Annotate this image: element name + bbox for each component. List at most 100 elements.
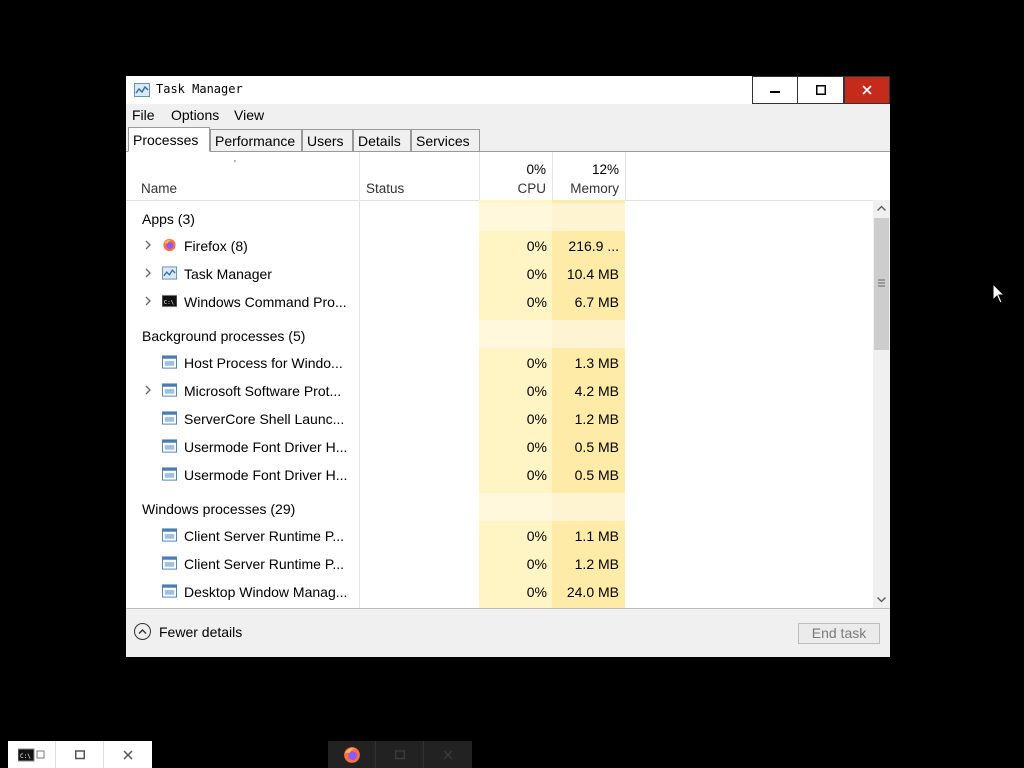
process-row[interactable]: Host Process for Windo... 0% 1.3 MB [126, 348, 873, 376]
process-name: Client Server Runtime P... [184, 556, 345, 572]
process-name: Firefox (8) [184, 238, 248, 254]
svg-text:C:\: C:\ [20, 753, 31, 760]
chevron-up-icon [877, 205, 886, 211]
chevron-right-icon[interactable] [144, 385, 152, 395]
column-name-label: Name [141, 181, 178, 196]
process-row[interactable]: Task Manager 0% 10.4 MB [126, 259, 873, 287]
process-row[interactable]: Usermode Font Driver H... 0% 0.5 MB [126, 460, 873, 488]
group-band [479, 203, 552, 231]
fewer-details-button[interactable]: Fewer details [134, 623, 242, 640]
maximize-icon [74, 749, 85, 759]
tab-users[interactable]: Users [302, 129, 353, 151]
close-icon [862, 85, 872, 95]
svg-text:C:\: C:\ [164, 300, 174, 306]
process-memory: 10.4 MB [566, 266, 619, 282]
cmd-taskbar-item[interactable]: C:\ [8, 741, 56, 768]
process-icon [162, 383, 177, 397]
minimize-button[interactable] [752, 76, 798, 104]
taskbar-close-button[interactable] [424, 741, 472, 768]
process-cpu: 0% [526, 294, 547, 310]
maximize-button[interactable] [798, 76, 844, 104]
menu-options[interactable]: Options [171, 107, 219, 123]
scroll-thumb[interactable] [874, 218, 889, 350]
process-cpu: 0% [526, 411, 547, 427]
tab-details[interactable]: Details [353, 129, 411, 151]
title-bar[interactable]: Task Manager [126, 76, 890, 104]
process-icon [162, 439, 177, 453]
process-icon [162, 467, 177, 481]
process-memory: 4.2 MB [574, 383, 619, 399]
chevron-right-icon[interactable] [144, 296, 152, 306]
grip-icon [878, 279, 885, 287]
window-title: Task Manager [156, 82, 243, 96]
process-row[interactable]: Desktop Window Manag... 0% 24.0 MB [126, 577, 873, 605]
process-row[interactable]: C:\ Windows Command Pro... 0% 6.7 MB [126, 287, 873, 315]
group-title: Apps (3) [142, 211, 195, 227]
process-name: Task Manager [184, 266, 272, 282]
chevron-right-icon[interactable] [144, 268, 152, 278]
close-button[interactable] [844, 76, 890, 104]
vertical-scrollbar[interactable] [873, 200, 890, 608]
menu-bar: File Options View [126, 104, 890, 126]
tab-services[interactable]: Services [411, 129, 480, 151]
sort-indicator: ' [234, 159, 236, 170]
process-icon [162, 355, 177, 369]
process-name: Client Server Runtime P... [184, 528, 345, 544]
process-name: Windows Command Pro... [184, 294, 347, 310]
tab-processes[interactable]: Processes [128, 127, 210, 152]
process-row[interactable]: Client Server Runtime P... 0% 1.1 MB [126, 521, 873, 549]
process-memory: 6.7 MB [574, 294, 619, 310]
process-row[interactable]: Microsoft Software Prot... 0% 4.2 MB [126, 376, 873, 404]
taskbar-cmd-window: C:\ [8, 741, 152, 768]
processes-panel: Name ' Status 0% CPU 12% Memory Apps (3)… [126, 152, 890, 608]
process-row[interactable]: Client Server Runtime P... 0% 1.2 MB [126, 549, 873, 577]
column-memory[interactable]: 12% Memory [552, 152, 625, 200]
column-cpu[interactable]: 0% CPU [479, 152, 552, 200]
close-icon [443, 749, 453, 760]
firefox-icon [163, 238, 176, 252]
column-memory-label: Memory [570, 181, 619, 196]
group-header-background[interactable]: Background processes (5) [126, 320, 873, 348]
tab-performance[interactable]: Performance [210, 129, 302, 151]
process-memory: 24.0 MB [566, 584, 619, 600]
chevron-right-icon[interactable] [144, 240, 152, 250]
cmd-icon: C:\ [17, 748, 44, 761]
process-name: Desktop Window Manag... [184, 584, 348, 600]
process-cpu: 0% [526, 355, 547, 371]
process-icon [162, 411, 177, 425]
scroll-up-button[interactable] [873, 200, 890, 217]
column-name[interactable]: Name ' [126, 152, 359, 200]
task-manager-icon [134, 83, 150, 97]
process-cpu: 0% [526, 528, 547, 544]
group-band [552, 203, 625, 231]
menu-view[interactable]: View [234, 107, 264, 123]
process-icon [162, 556, 177, 570]
column-header: Name ' Status 0% CPU 12% Memory [126, 152, 890, 560]
end-task-button[interactable]: End task [798, 623, 880, 644]
process-memory: 216.9 ... [568, 238, 619, 254]
cpu-total: 0% [526, 162, 546, 177]
process-row[interactable]: Usermode Font Driver H... 0% 0.5 MB [126, 432, 873, 460]
menu-file[interactable]: File [132, 107, 155, 123]
memory-total: 12% [591, 162, 619, 177]
process-row[interactable]: Firefox (8) 0% 216.9 ... [126, 231, 873, 259]
group-band [552, 493, 625, 521]
process-memory: 0.5 MB [574, 439, 619, 455]
taskbar-maximize-button[interactable] [376, 741, 424, 768]
footer-bar: Fewer details End task [126, 608, 890, 657]
column-status[interactable]: Status [359, 152, 479, 200]
process-row[interactable]: ServerCore Shell Launc... 0% 1.2 MB [126, 404, 873, 432]
task-manager-window: Task Manager File Options View Processes… [126, 76, 890, 657]
tab-bar: Processes Performance Users Details Serv… [126, 126, 890, 152]
process-cpu: 0% [526, 383, 547, 399]
group-header-windows[interactable]: Windows processes (29) [126, 493, 873, 521]
mouse-cursor-icon [992, 283, 1006, 304]
firefox-taskbar-item[interactable] [328, 741, 376, 768]
column-cpu-label: CPU [517, 181, 546, 196]
process-cpu: 0% [526, 584, 547, 600]
process-memory: 1.1 MB [574, 528, 619, 544]
taskbar-close-button[interactable] [104, 741, 152, 768]
group-header-apps[interactable]: Apps (3) [126, 203, 873, 231]
taskbar-maximize-button[interactable] [56, 741, 104, 768]
scroll-down-button[interactable] [873, 591, 890, 608]
